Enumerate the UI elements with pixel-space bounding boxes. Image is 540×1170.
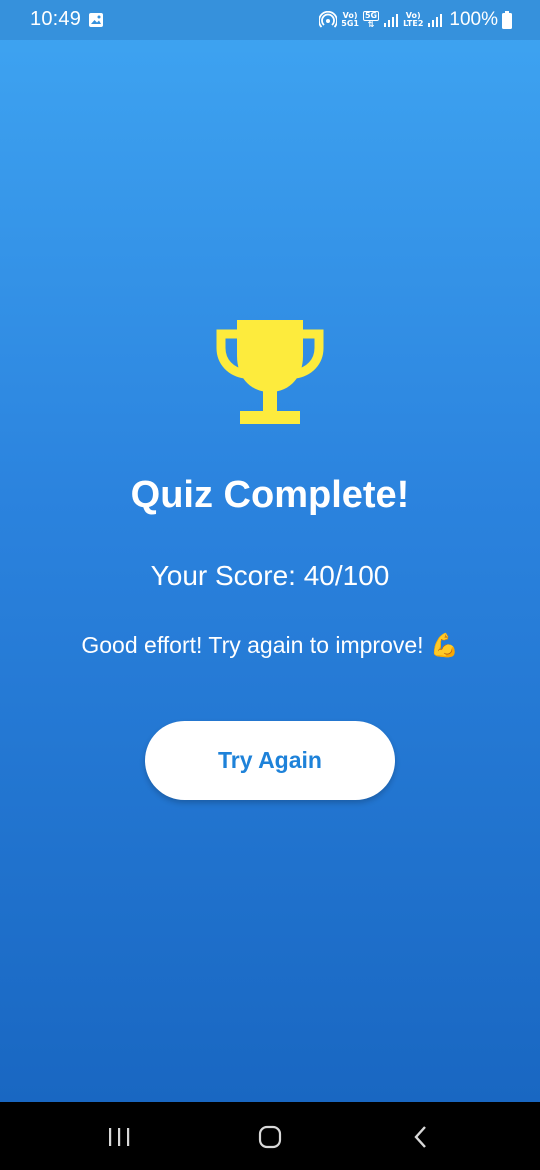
signal-icon-sim1 <box>384 14 399 27</box>
sim1-network-label: 5G1 <box>341 19 359 28</box>
sim1-indicator: Vo) 5G1 <box>341 12 359 28</box>
home-icon <box>258 1125 282 1149</box>
trophy-icon <box>216 320 324 424</box>
status-bar: 10:49 Vo) 5G1 5G ⇅ Vo) LTE2 100% <box>0 0 540 40</box>
data-arrows-icon: ⇅ <box>367 20 375 29</box>
hotspot-icon <box>319 11 338 28</box>
feedback-message: Good effort! Try again to improve! 💪 <box>81 632 459 658</box>
navigation-bar <box>0 1102 540 1170</box>
signal-icon-sim2 <box>428 14 443 27</box>
sim2-indicator: Vo) LTE2 <box>403 12 423 28</box>
home-button[interactable] <box>252 1119 288 1155</box>
recents-button[interactable] <box>101 1119 137 1155</box>
battery-percentage: 100% <box>449 9 498 30</box>
gallery-notification-icon <box>89 13 103 27</box>
score-text: Your Score: 40/100 <box>150 560 390 591</box>
recents-icon <box>109 1128 130 1146</box>
quiz-result-screen: 10:49 Vo) 5G1 5G ⇅ Vo) LTE2 100% Quiz Co… <box>0 0 540 1102</box>
battery-icon <box>502 11 512 29</box>
back-button[interactable] <box>403 1119 439 1155</box>
back-icon <box>414 1126 426 1148</box>
sim2-network-label: LTE2 <box>403 19 424 28</box>
quiz-complete-title: Quiz Complete! <box>130 474 410 516</box>
status-time: 10:49 <box>30 8 82 30</box>
status-icons: Vo) 5G1 5G ⇅ Vo) LTE2 100% <box>319 8 512 32</box>
network-type-indicator: 5G ⇅ <box>362 11 380 29</box>
try-again-button[interactable]: Try Again <box>145 721 395 800</box>
